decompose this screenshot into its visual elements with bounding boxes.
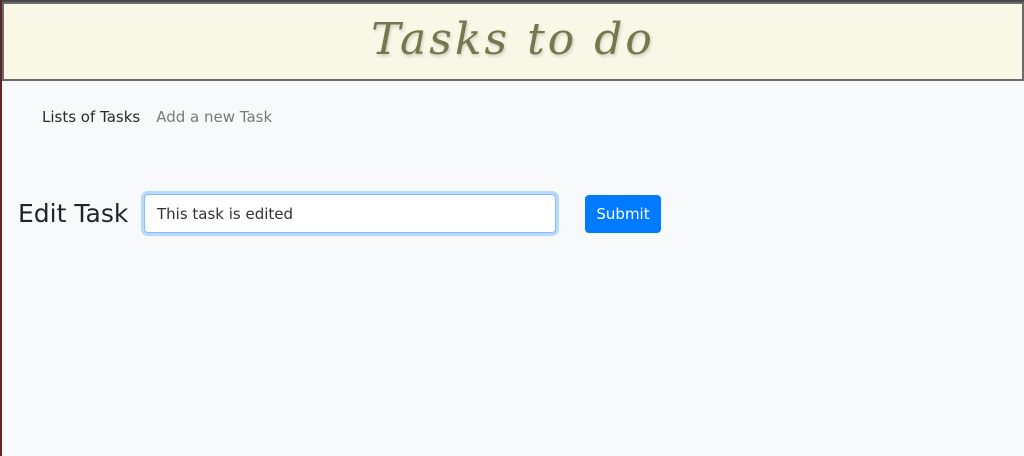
submit-button[interactable]: Submit xyxy=(585,194,661,233)
nav-link-add-new-task[interactable]: Add a new Task xyxy=(156,108,272,126)
nav-link-lists-of-tasks[interactable]: Lists of Tasks xyxy=(42,108,140,126)
edit-task-form: Edit Task Submit xyxy=(18,194,661,233)
page: Tasks to do Lists of Tasks Add a new Tas… xyxy=(0,0,1024,456)
main-nav: Lists of Tasks Add a new Task xyxy=(42,108,272,126)
app-title: Tasks to do xyxy=(371,14,655,65)
task-name-input[interactable] xyxy=(144,194,556,233)
app-header: Tasks to do xyxy=(2,2,1024,81)
edit-task-heading: Edit Task xyxy=(18,199,129,228)
